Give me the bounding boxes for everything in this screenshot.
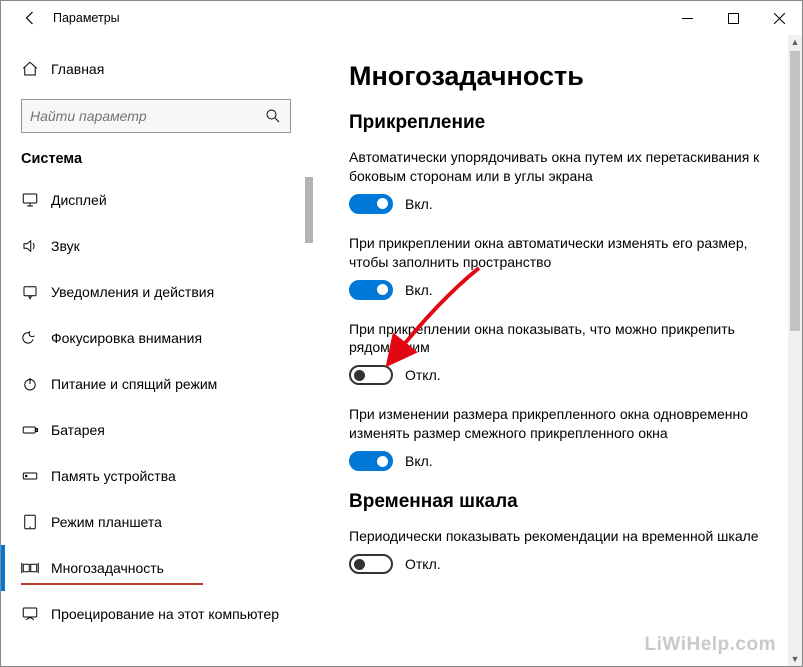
setting-snap-resize: При прикреплении окна автоматически изме… <box>349 234 776 300</box>
setting-description: Автоматически упорядочивать окна путем и… <box>349 148 769 186</box>
window-controls <box>664 1 802 35</box>
focus-icon <box>21 329 51 347</box>
home-label: Главная <box>51 61 104 77</box>
sidebar-item-label: Многозадачность <box>51 560 164 576</box>
toggle-state-label: Вкл. <box>405 282 433 298</box>
toggle-timeline-recommend[interactable] <box>349 554 393 574</box>
page-title: Многозадачность <box>349 61 776 92</box>
power-icon <box>21 375 51 393</box>
sidebar-item-notifications[interactable]: Уведомления и действия <box>1 269 313 315</box>
minimize-button[interactable] <box>664 1 710 35</box>
notification-icon <box>21 283 51 301</box>
sidebar-item-label: Дисплей <box>51 192 107 208</box>
active-underline-annotation <box>21 583 203 585</box>
toggle-snap-adjacent[interactable] <box>349 451 393 471</box>
sidebar-item-label: Звук <box>51 238 80 254</box>
sidebar-item-label: Батарея <box>51 422 105 438</box>
toggle-state-label: Откл. <box>405 556 441 572</box>
scroll-up-icon[interactable]: ▲ <box>788 35 802 49</box>
scroll-down-icon[interactable]: ▼ <box>788 652 802 666</box>
sidebar-item-power[interactable]: Питание и спящий режим <box>1 361 313 407</box>
setting-description: Периодически показывать рекомендации на … <box>349 527 769 546</box>
sidebar-item-label: Питание и спящий режим <box>51 376 217 392</box>
toggle-snap-resize[interactable] <box>349 280 393 300</box>
setting-snap-arrange: Автоматически упорядочивать окна путем и… <box>349 148 776 214</box>
sidebar-item-battery[interactable]: Батарея <box>1 407 313 453</box>
sidebar-item-tablet[interactable]: Режим планшета <box>1 499 313 545</box>
setting-snap-adjacent: При изменении размера прикрепленного окн… <box>349 405 776 471</box>
toggle-snap-suggest[interactable] <box>349 365 393 385</box>
sidebar-item-storage[interactable]: Память устройства <box>1 453 313 499</box>
section-title-snap: Прикрепление <box>349 112 776 134</box>
search-box[interactable] <box>21 99 291 133</box>
toggle-state-label: Откл. <box>405 367 441 383</box>
search-icon <box>264 107 282 125</box>
sound-icon <box>21 237 51 255</box>
sidebar-item-focus[interactable]: Фокусировка внимания <box>1 315 313 361</box>
sidebar-item-multitasking[interactable]: Многозадачность <box>1 545 313 591</box>
sidebar: Главная Система Дисплей Звук <box>1 35 313 666</box>
battery-icon <box>21 421 51 439</box>
toggle-snap-arrange[interactable] <box>349 194 393 214</box>
search-input[interactable] <box>30 108 264 124</box>
setting-snap-suggest: При прикреплении окна показывать, что мо… <box>349 320 776 386</box>
sidebar-item-label: Фокусировка внимания <box>51 330 202 346</box>
maximize-button[interactable] <box>710 1 756 35</box>
content-scrollbar[interactable]: ▲ ▼ <box>788 35 802 666</box>
home-icon <box>21 60 51 78</box>
multitasking-icon <box>21 559 51 577</box>
storage-icon <box>21 467 51 485</box>
setting-description: При прикреплении окна автоматически изме… <box>349 234 769 272</box>
scroll-thumb[interactable] <box>790 51 800 331</box>
display-icon <box>21 191 51 209</box>
content-pane: Многозадачность Прикрепление Автоматичес… <box>313 35 802 666</box>
toggle-state-label: Вкл. <box>405 453 433 469</box>
setting-description: При изменении размера прикрепленного окн… <box>349 405 769 443</box>
window-title: Параметры <box>49 11 120 25</box>
tablet-icon <box>21 513 51 531</box>
watermark: LiWiHelp.com <box>645 634 776 656</box>
sidebar-item-label: Память устройства <box>51 468 176 484</box>
titlebar: Параметры <box>1 1 802 35</box>
sidebar-nav-list: Дисплей Звук Уведомления и действия Фоку… <box>1 177 313 637</box>
back-button[interactable] <box>13 9 49 27</box>
toggle-state-label: Вкл. <box>405 196 433 212</box>
projecting-icon <box>21 605 51 623</box>
sidebar-item-display[interactable]: Дисплей <box>1 177 313 223</box>
section-title-timeline: Временная шкала <box>349 491 776 513</box>
close-button[interactable] <box>756 1 802 35</box>
setting-timeline-recommend: Периодически показывать рекомендации на … <box>349 527 776 574</box>
sidebar-item-projecting[interactable]: Проецирование на этот компьютер <box>1 591 313 637</box>
sidebar-item-label: Уведомления и действия <box>51 284 214 300</box>
sidebar-item-label: Режим планшета <box>51 514 162 530</box>
setting-description: При прикреплении окна показывать, что мо… <box>349 320 769 358</box>
home-nav[interactable]: Главная <box>1 49 313 89</box>
sidebar-section-title: Система <box>1 147 313 177</box>
sidebar-item-label: Проецирование на этот компьютер <box>51 606 279 622</box>
sidebar-item-sound[interactable]: Звук <box>1 223 313 269</box>
